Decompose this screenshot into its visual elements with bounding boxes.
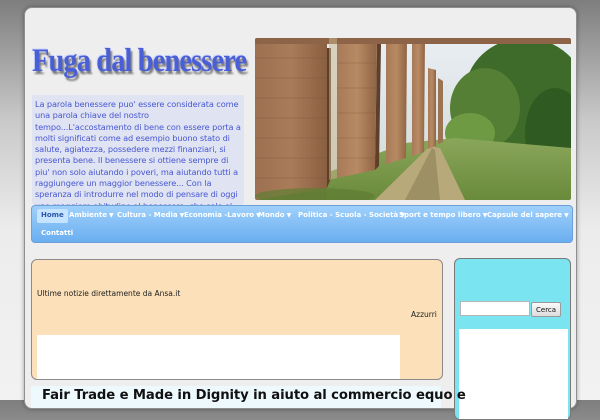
nav-item-cultura-media[interactable]: Cultura - Media ▼ [113,209,188,223]
nav-item-politica-scuola-societa[interactable]: Politica - Scuola - Società ▼ [294,209,409,223]
nav-item-label: Ambiente [69,211,107,219]
news-feed-widget: Ultime notizie direttamente da Ansa.it A… [31,259,443,380]
news-feed-content [37,335,400,379]
search-input[interactable] [460,301,530,316]
nav-item-label: Capsule del sapere [487,211,563,219]
search-button[interactable]: Cerca [531,302,562,317]
news-feed-link[interactable]: Azzurri [411,310,437,319]
nav-item-label: Cultura - Media [117,211,178,219]
nav-item-capsule-del-sapere[interactable]: Capsule del sapere ▼ [483,209,573,223]
post-header: Fair Trade e Made in Dignity in aiuto al… [31,386,466,408]
nav-item-label: Home [41,211,64,219]
nav-item-sport-tempo-libero[interactable]: Sport e tempo libero ▼ [395,209,491,223]
main-navigation: Home Ambiente ▼ Cultura - Media ▼ Economia… [31,205,573,243]
nav-item-ambiente[interactable]: Ambiente ▼ [65,209,118,223]
post-title[interactable]: Fair Trade e Made in Dignity in aiuto al… [42,388,466,403]
nav-item-label: Contatti [41,229,74,237]
nav-item-label: Mondo [258,211,285,219]
sidebar: Cerca [454,258,571,420]
nav-item-contatti[interactable]: Contatti [37,227,77,241]
nav-item-label: Sport e tempo libero [399,211,481,219]
site-description-box: La parola benessere puo' essere consider… [32,95,244,222]
news-feed-title: Ultime notizie direttamente da Ansa.it [37,289,181,298]
nav-item-home[interactable]: Home [37,209,68,223]
nav-item-label: Economia -Lavoro [184,211,255,219]
sidebar-widget [459,329,568,419]
nav-row: Contatti [32,224,572,242]
nav-row: Home Ambiente ▼ Cultura - Media ▼ Economia… [32,206,572,224]
site-header: Fuga dal benessere La parola benessere p… [32,35,572,222]
chevron-down-icon: ▼ [564,212,569,219]
nav-item-mondo[interactable]: Mondo ▼ [254,209,295,223]
header-image [255,38,571,200]
site-title[interactable]: Fuga dal benessere [32,43,247,80]
nav-item-label: Politica - Scuola - Società [298,211,399,219]
nav-item-economia-lavoro[interactable]: Economia -Lavoro ▼ [180,209,265,223]
chevron-down-icon: ▼ [286,212,292,219]
page-container: Fuga dal benessere La parola benessere p… [24,7,577,420]
